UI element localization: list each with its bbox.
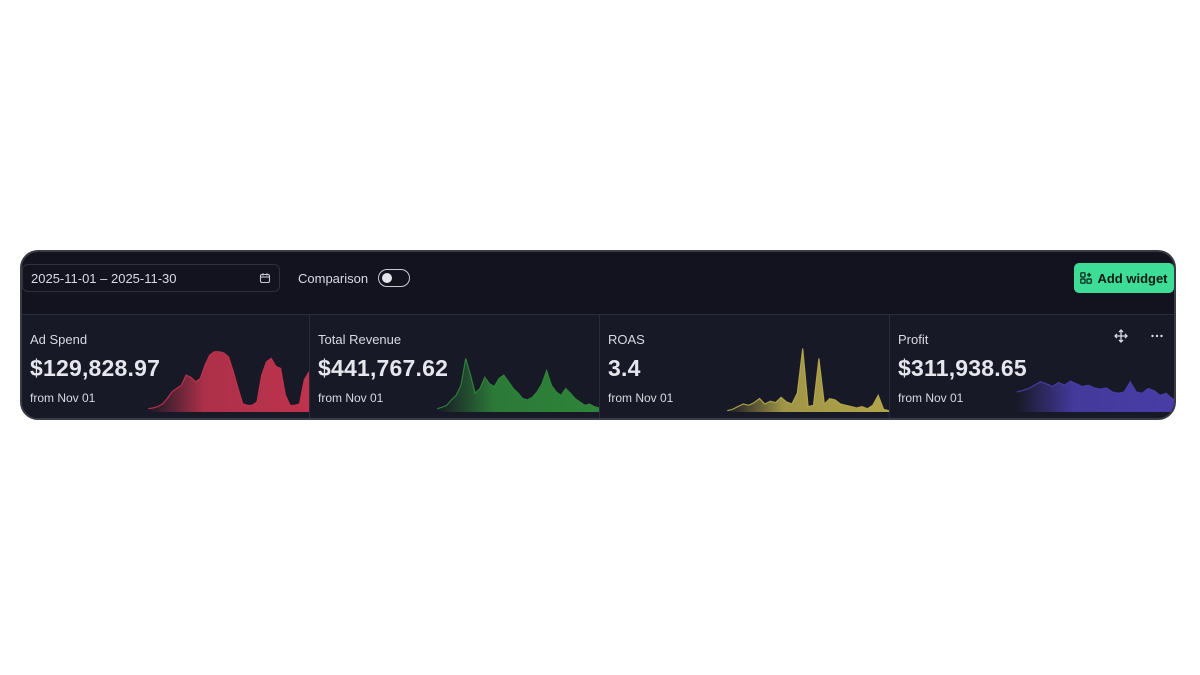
add-widget-label: Add widget (1097, 270, 1168, 286)
sparkline-line (727, 348, 889, 412)
add-widget-button[interactable]: Add widget (1074, 263, 1174, 293)
sparkline-area (148, 351, 309, 412)
card-actions (1114, 329, 1164, 343)
add-widget-icon (1080, 272, 1093, 284)
toolbar: 2025-11-01 – 2025-11-30 Comparison Add w… (22, 252, 1174, 312)
metric-value: $441,767.62 (318, 355, 449, 381)
metric-cards: Ad Spend $129,828.97 from Nov 01 Total R… (22, 314, 1174, 418)
metric-label: Profit (898, 332, 929, 347)
metric-card-ad-spend[interactable]: Ad Spend $129,828.97 from Nov 01 (22, 314, 310, 418)
dashboard-panel: 2025-11-01 – 2025-11-30 Comparison Add w… (20, 250, 1176, 420)
calendar-icon (259, 272, 271, 284)
date-range-picker[interactable]: 2025-11-01 – 2025-11-30 (22, 264, 280, 292)
metric-card-roas[interactable]: ROAS 3.4 from Nov 01 (600, 314, 890, 418)
move-icon[interactable] (1114, 329, 1128, 343)
metric-card-total-revenue[interactable]: Total Revenue $441,767.62 from Nov 01 (310, 314, 600, 418)
comparison-label: Comparison (298, 270, 369, 286)
metric-card-profit[interactable]: Profit $311,938.65 from Nov 01 (890, 314, 1174, 418)
metric-subtext: from Nov 01 (30, 391, 96, 405)
metric-label: Ad Spend (30, 332, 88, 347)
metric-label: ROAS (608, 332, 645, 347)
sparkline-area (1016, 381, 1174, 412)
metric-subtext: from Nov 01 (608, 391, 674, 405)
metric-subtext: from Nov 01 (318, 391, 384, 405)
metric-value: $311,938.65 (898, 355, 1027, 381)
metric-value: $129,828.97 (30, 355, 161, 381)
metric-label: Total Revenue (318, 332, 402, 347)
metric-subtext: from Nov 01 (898, 391, 964, 405)
date-range-text: 2025-11-01 – 2025-11-30 (31, 270, 177, 286)
more-options-icon[interactable] (1150, 329, 1164, 343)
comparison-control: Comparison (298, 266, 411, 290)
toggle-knob (382, 272, 393, 283)
comparison-toggle[interactable] (378, 269, 411, 287)
metric-value: 3.4 (608, 355, 641, 381)
